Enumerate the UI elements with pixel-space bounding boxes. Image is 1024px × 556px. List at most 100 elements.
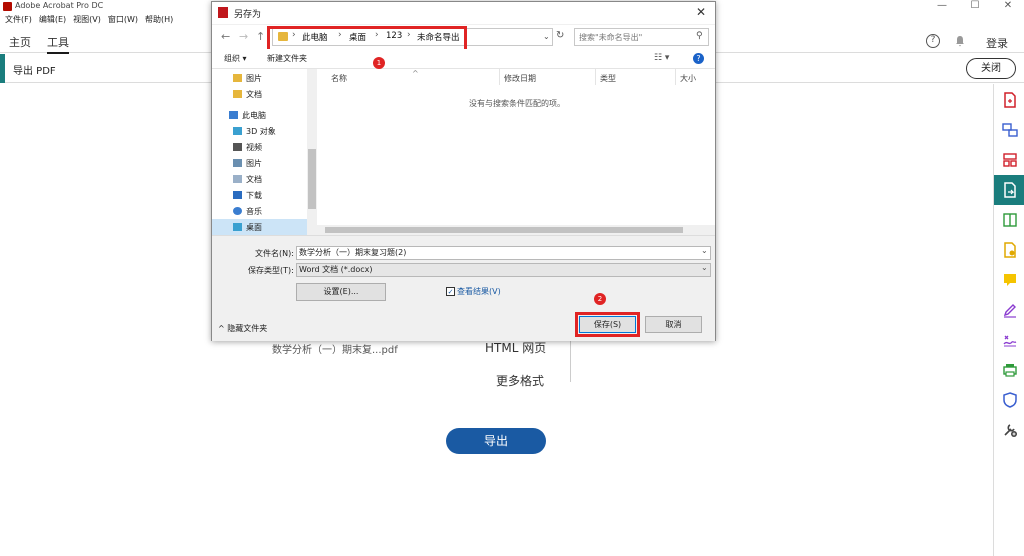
up-button[interactable]: ↑	[256, 30, 265, 43]
navigation-pane: 图片 文档 此电脑 3D 对象 视频 图片 文档 下载 音乐 桌面	[212, 69, 317, 235]
file-name-field[interactable]: 数学分析（一）期末复习题(2)	[296, 246, 711, 260]
comment-icon[interactable]	[994, 235, 1024, 265]
close-window-button[interactable]: ✕	[994, 0, 1022, 11]
help-icon[interactable]: ?	[926, 34, 940, 48]
nav-item-label: 文档	[246, 175, 262, 184]
view-result-label: 查看结果(V)	[457, 287, 501, 296]
request-signature-icon[interactable]	[994, 325, 1024, 355]
nav-scrollbar[interactable]	[307, 69, 317, 235]
view-result-checkbox[interactable]: ✓ 查看结果(V)	[446, 286, 501, 297]
address-row: ← → ↑ › 此电脑 › 桌面 › 123 › 未命名导出 ⌄ ↻ 搜索"未命…	[212, 25, 715, 56]
nav-item-label: 下载	[246, 191, 262, 200]
nav-item-pictures-2[interactable]: 图片	[212, 155, 307, 171]
nav-item-label: 图片	[246, 159, 262, 168]
pc-icon	[229, 111, 238, 119]
refresh-icon[interactable]: ↻	[556, 30, 564, 41]
nav-item-documents[interactable]: 文档	[212, 86, 307, 102]
search-placeholder: 搜索"未命名导出"	[579, 33, 643, 42]
checkbox-checked-icon[interactable]: ✓	[446, 287, 455, 296]
nav-item-3d-objects[interactable]: 3D 对象	[212, 123, 307, 139]
menu-help[interactable]: 帮助(H)	[145, 15, 173, 24]
format-html[interactable]: HTML 网页	[485, 339, 546, 356]
nav-item-pictures[interactable]: 图片	[212, 70, 307, 86]
download-icon	[233, 191, 242, 199]
horizontal-scrollbar[interactable]	[317, 225, 715, 235]
close-tool-button[interactable]: 关闭	[966, 58, 1016, 79]
file-type-select[interactable]: Word 文档 (*.docx)	[296, 263, 711, 277]
view-options-icon[interactable]: ☷ ▾	[654, 53, 669, 63]
edit-pdf-icon[interactable]	[994, 205, 1024, 235]
desktop-icon	[233, 223, 242, 231]
save-button[interactable]: 保存(S)	[579, 316, 636, 333]
chevron-down-icon[interactable]: ⌄	[701, 246, 708, 255]
command-row: 组织 ▾ 新建文件夹 ☷ ▾ ?	[212, 49, 715, 69]
column-divider[interactable]	[595, 69, 596, 85]
nav-item-this-pc[interactable]: 此电脑	[212, 107, 307, 123]
tab-tools[interactable]: 工具	[47, 34, 69, 54]
source-file-name: 数学分析（一）期末复...pdf	[272, 345, 398, 356]
nav-item-desktop[interactable]: 桌面	[212, 219, 307, 235]
video-icon	[233, 143, 242, 151]
export-button[interactable]: 导出	[446, 428, 546, 454]
3d-objects-icon	[233, 127, 242, 135]
folder-icon	[233, 90, 242, 98]
nav-item-downloads[interactable]: 下载	[212, 187, 307, 203]
toolbar-title: 导出 PDF	[13, 66, 56, 77]
search-icon: ⚲	[696, 31, 703, 41]
menu-file[interactable]: 文件(F)	[5, 15, 32, 24]
new-folder-button[interactable]: 新建文件夹	[267, 53, 307, 64]
hide-folders-label: 隐藏文件夹	[227, 324, 268, 333]
menu-view[interactable]: 视图(V)	[73, 15, 101, 24]
nav-scroll-thumb[interactable]	[308, 149, 316, 209]
combine-files-icon[interactable]	[994, 115, 1024, 145]
forward-button[interactable]: →	[239, 30, 248, 43]
more-tools-icon[interactable]	[994, 415, 1024, 445]
back-button[interactable]: ←	[221, 30, 230, 43]
settings-button[interactable]: 设置(E)...	[296, 283, 386, 301]
column-divider[interactable]	[675, 69, 676, 85]
tab-home[interactable]: 主页	[9, 34, 31, 50]
menu-window[interactable]: 窗口(W)	[108, 15, 138, 24]
save-as-dialog: 另存为 ✕ ← → ↑ › 此电脑 › 桌面 › 123 › 未命名导出 ⌄ ↻…	[211, 1, 716, 341]
nav-item-music[interactable]: 音乐	[212, 203, 307, 219]
minimize-button[interactable]: —	[928, 0, 956, 11]
organize-button[interactable]: 组织 ▾	[224, 53, 247, 64]
column-date-modified[interactable]: 修改日期	[504, 73, 536, 84]
fill-sign-icon[interactable]	[994, 295, 1024, 325]
column-divider[interactable]	[499, 69, 500, 85]
column-type[interactable]: 类型	[600, 73, 616, 84]
column-size[interactable]: 大小	[680, 73, 696, 84]
annotate-icon[interactable]	[994, 265, 1024, 295]
search-input[interactable]: 搜索"未命名导出" ⚲	[574, 28, 709, 46]
folder-icon	[233, 74, 242, 82]
chevron-down-icon[interactable]: ⌄	[701, 263, 708, 272]
organize-pages-icon[interactable]	[994, 145, 1024, 175]
column-name[interactable]: 名称	[331, 73, 347, 84]
export-pdf-icon[interactable]	[994, 175, 1024, 205]
create-pdf-icon[interactable]	[994, 85, 1024, 115]
maximize-button[interactable]: ☐	[961, 0, 989, 11]
menu-edit[interactable]: 编辑(E)	[39, 15, 66, 24]
bell-icon[interactable]	[954, 35, 966, 47]
protect-icon[interactable]	[994, 385, 1024, 415]
cancel-button[interactable]: 取消	[645, 316, 702, 333]
format-more[interactable]: 更多格式	[496, 372, 544, 389]
nav-item-videos[interactable]: 视频	[212, 139, 307, 155]
print-production-icon[interactable]	[994, 355, 1024, 385]
music-icon	[233, 207, 242, 215]
step-badge-1: 1	[373, 57, 385, 69]
right-tool-rail	[993, 84, 1024, 556]
documents-icon	[233, 175, 242, 183]
dialog-close-button[interactable]: ✕	[696, 5, 706, 19]
dialog-title: 另存为	[234, 10, 262, 20]
dialog-help-icon[interactable]: ?	[693, 53, 704, 64]
pictures-icon	[233, 159, 242, 167]
chevron-down-icon[interactable]: ⌄	[543, 32, 550, 41]
save-form: 文件名(N): 数学分析（一）期末复习题(2) ⌄ 保存类型(T): Word …	[212, 235, 715, 341]
login-link[interactable]: 登录	[986, 35, 1008, 51]
file-name-label: 文件名(N):	[255, 249, 294, 258]
h-scroll-thumb[interactable]	[325, 227, 683, 233]
chevron-up-icon: ^	[218, 324, 228, 333]
hide-folders-toggle[interactable]: ^ 隐藏文件夹	[218, 323, 267, 334]
nav-item-documents-2[interactable]: 文档	[212, 171, 307, 187]
